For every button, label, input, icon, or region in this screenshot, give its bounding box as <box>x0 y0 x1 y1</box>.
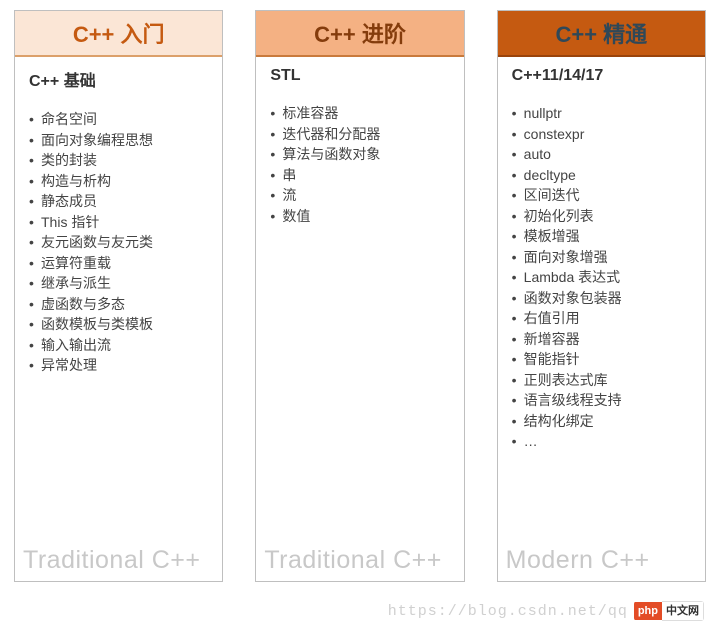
list-item: 面向对象编程思想 <box>29 130 208 151</box>
list-item: 函数模板与类模板 <box>29 314 208 335</box>
column-master: C++ 精通 C++11/14/17 nullptr constexpr aut… <box>497 10 706 582</box>
list-item: 运算符重载 <box>29 253 208 274</box>
watermark-text: https://blog.csdn.net/qq <box>388 603 628 620</box>
list-item: 输入输出流 <box>29 335 208 356</box>
column-advanced-footer: Traditional C++ <box>256 546 463 581</box>
list-item: … <box>512 431 691 452</box>
list-item: decltype <box>512 165 691 186</box>
list-item: 智能指针 <box>512 349 691 370</box>
watermark-badge: php 中文网 <box>634 601 704 621</box>
list-item: 正则表达式库 <box>512 370 691 391</box>
list-item: 虚函数与多态 <box>29 294 208 315</box>
column-advanced-body: STL 标准容器 迭代器和分配器 算法与函数对象 串 流 数值 <box>256 57 463 546</box>
list-item: 友元函数与友元类 <box>29 232 208 253</box>
list-item: 数值 <box>270 206 449 227</box>
column-intro-subtitle: C++ 基础 <box>29 67 208 91</box>
columns-container: C++ 入门 C++ 基础 命名空间 面向对象编程思想 类的封装 构造与析构 静… <box>0 0 720 582</box>
list-item: 标准容器 <box>270 103 449 124</box>
list-item: 静态成员 <box>29 191 208 212</box>
column-master-footer: Modern C++ <box>498 546 705 581</box>
column-advanced-subtitle: STL <box>270 67 449 85</box>
column-advanced: C++ 进阶 STL 标准容器 迭代器和分配器 算法与函数对象 串 流 数值 T… <box>255 10 464 582</box>
column-intro-list: 命名空间 面向对象编程思想 类的封装 构造与析构 静态成员 This 指针 友元… <box>29 109 208 376</box>
list-item: 模板增强 <box>512 226 691 247</box>
list-item: 继承与派生 <box>29 273 208 294</box>
list-item: nullptr <box>512 103 691 124</box>
column-master-subtitle: C++11/14/17 <box>512 67 691 85</box>
watermark-badge-left: php <box>634 602 662 620</box>
list-item: 串 <box>270 165 449 186</box>
list-item: constexpr <box>512 124 691 145</box>
watermark-badge-right: 中文网 <box>662 601 704 621</box>
list-item: Lambda 表达式 <box>512 267 691 288</box>
column-advanced-header: C++ 进阶 <box>256 11 463 57</box>
list-item: 异常处理 <box>29 355 208 376</box>
list-item: 初始化列表 <box>512 206 691 227</box>
list-item: 结构化绑定 <box>512 411 691 432</box>
column-intro-header: C++ 入门 <box>15 11 222 57</box>
column-master-body: C++11/14/17 nullptr constexpr auto declt… <box>498 57 705 546</box>
column-intro: C++ 入门 C++ 基础 命名空间 面向对象编程思想 类的封装 构造与析构 静… <box>14 10 223 582</box>
list-item: 类的封装 <box>29 150 208 171</box>
list-item: 构造与析构 <box>29 171 208 192</box>
list-item: 面向对象增强 <box>512 247 691 268</box>
list-item: 区间迭代 <box>512 185 691 206</box>
list-item: 流 <box>270 185 449 206</box>
list-item: 迭代器和分配器 <box>270 124 449 145</box>
column-master-list: nullptr constexpr auto decltype 区间迭代 初始化… <box>512 103 691 452</box>
list-item: 函数对象包装器 <box>512 288 691 309</box>
column-master-header: C++ 精通 <box>498 11 705 57</box>
list-item: 右值引用 <box>512 308 691 329</box>
column-advanced-list: 标准容器 迭代器和分配器 算法与函数对象 串 流 数值 <box>270 103 449 226</box>
list-item: 命名空间 <box>29 109 208 130</box>
list-item: This 指针 <box>29 212 208 233</box>
list-item: 新增容器 <box>512 329 691 350</box>
watermark: https://blog.csdn.net/qq php 中文网 <box>388 601 704 621</box>
list-item: 语言级线程支持 <box>512 390 691 411</box>
column-intro-body: C++ 基础 命名空间 面向对象编程思想 类的封装 构造与析构 静态成员 Thi… <box>15 57 222 546</box>
list-item: 算法与函数对象 <box>270 144 449 165</box>
list-item: auto <box>512 144 691 165</box>
column-intro-footer: Traditional C++ <box>15 546 222 581</box>
